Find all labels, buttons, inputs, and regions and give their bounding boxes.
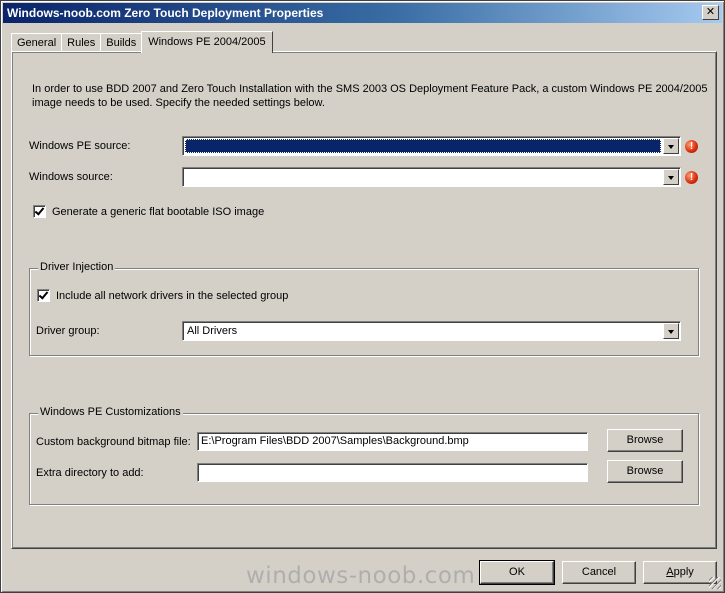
- pe-customizations-legend: Windows PE Customizations: [38, 406, 183, 418]
- extra-directory-input[interactable]: [197, 463, 588, 482]
- pe-source-combo[interactable]: [182, 136, 681, 156]
- ok-button[interactable]: OK: [479, 560, 555, 585]
- chevron-down-icon[interactable]: [663, 138, 679, 154]
- watermark: windows-noob.com: [246, 563, 476, 589]
- browse-bitmap-button[interactable]: Browse: [607, 429, 683, 452]
- iso-checkbox-label[interactable]: Generate a generic flat bootable ISO ima…: [52, 206, 264, 218]
- include-drivers-checkbox[interactable]: [37, 289, 50, 302]
- error-icon: !: [685, 171, 698, 184]
- tab-general[interactable]: General: [11, 33, 63, 52]
- iso-checkbox[interactable]: [33, 205, 46, 218]
- chevron-down-icon[interactable]: [663, 323, 679, 339]
- properties-dialog: Windows-noob.com Zero Touch Deployment P…: [0, 0, 725, 593]
- browse-directory-button[interactable]: Browse: [607, 460, 683, 483]
- tab-windows-pe[interactable]: Windows PE 2004/2005: [141, 31, 273, 53]
- title-bar[interactable]: Windows-noob.com Zero Touch Deployment P…: [3, 3, 722, 23]
- pe-customizations-group: Windows PE Customizations Custom backgro…: [29, 406, 699, 505]
- driver-group-combo[interactable]: All Drivers: [182, 321, 681, 341]
- windows-source-label: Windows source:: [29, 171, 113, 183]
- driver-group-label: Driver group:: [36, 325, 100, 337]
- bitmap-label: Custom background bitmap file:: [36, 436, 191, 448]
- close-icon[interactable]: ✕: [702, 5, 719, 20]
- driver-group-value: All Drivers: [187, 325, 238, 337]
- driver-injection-group: Driver Injection Include all network dri…: [29, 261, 699, 356]
- include-drivers-label[interactable]: Include all network drivers in the selec…: [56, 290, 288, 302]
- apply-mnemonic: A: [666, 566, 674, 578]
- extra-directory-label: Extra directory to add:: [36, 467, 144, 479]
- window-title: Windows-noob.com Zero Touch Deployment P…: [7, 6, 324, 20]
- error-icon: !: [685, 140, 698, 153]
- tab-strip: General Rules Builds Windows PE 2004/200…: [11, 30, 273, 53]
- chevron-down-icon[interactable]: [663, 169, 679, 185]
- windows-pe-panel: In order to use BDD 2007 and Zero Touch …: [11, 51, 717, 549]
- driver-injection-legend: Driver Injection: [38, 261, 116, 273]
- tab-builds[interactable]: Builds: [100, 33, 143, 52]
- pe-source-value: [185, 139, 661, 153]
- intro-text: In order to use BDD 2007 and Zero Touch …: [32, 83, 708, 109]
- cancel-button[interactable]: Cancel: [562, 561, 636, 584]
- windows-source-combo[interactable]: [182, 167, 681, 187]
- tab-rules[interactable]: Rules: [61, 33, 102, 52]
- resize-grip-icon[interactable]: [709, 577, 721, 589]
- bitmap-path-input[interactable]: E:\Program Files\BDD 2007\Samples\Backgr…: [197, 432, 588, 451]
- apply-label: pply: [673, 566, 694, 578]
- pe-source-label: Windows PE source:: [29, 140, 131, 152]
- apply-button[interactable]: Apply: [643, 561, 717, 584]
- windows-source-value: [185, 170, 661, 184]
